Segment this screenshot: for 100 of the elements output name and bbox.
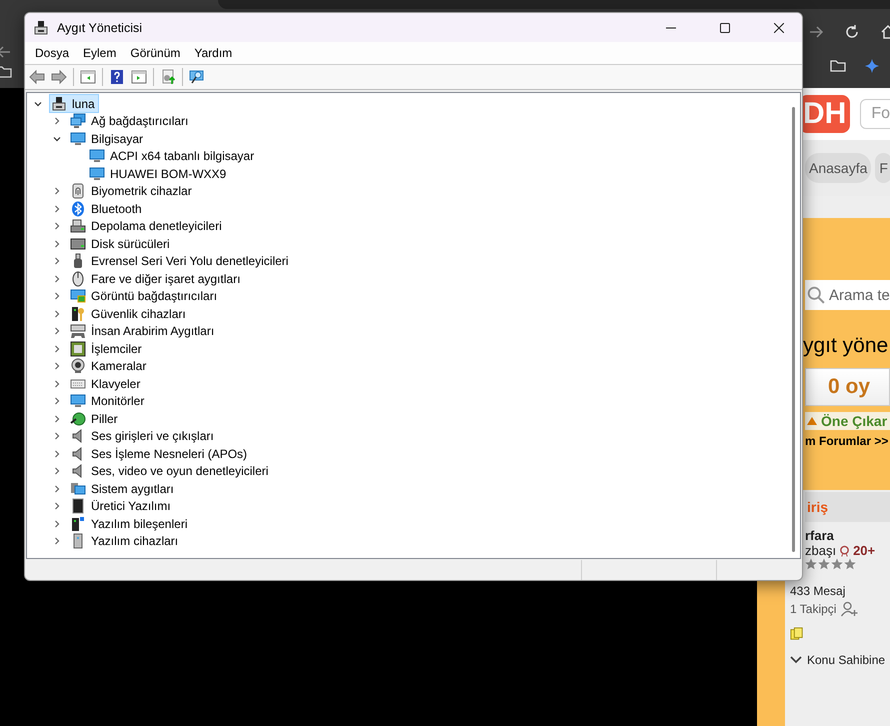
tree-item[interactable]: Yazılım cihazları xyxy=(68,532,182,551)
chevron-down-icon[interactable] xyxy=(790,654,802,666)
chevron-right-icon[interactable] xyxy=(52,501,62,512)
chevron-right-icon[interactable] xyxy=(52,238,62,249)
tree-item[interactable]: Depolama denetleyicileri xyxy=(68,216,226,236)
bluetooth-icon xyxy=(70,200,86,217)
add-user-icon[interactable] xyxy=(840,601,860,617)
help-icon[interactable] xyxy=(109,69,125,85)
tree-item[interactable]: Fare ve diğer işaret aygıtları xyxy=(68,269,244,288)
monitor-icon xyxy=(70,130,86,147)
search-field[interactable]: Fo xyxy=(860,99,890,129)
feature-link[interactable]: Öne Çıkar xyxy=(805,412,890,430)
chevron-right-icon[interactable] xyxy=(52,344,62,354)
storage-icon xyxy=(70,218,86,234)
tree-item[interactable]: Bluetooth xyxy=(68,199,146,218)
chevron-right-icon[interactable] xyxy=(52,256,62,266)
tree-item[interactable]: Klavyeler xyxy=(68,374,144,394)
tree-item[interactable]: Monitörler xyxy=(68,392,148,411)
author-link[interactable]: Konu Sahibine xyxy=(807,653,886,667)
tree-item[interactable]: İnsan Arabirim Aygıtları xyxy=(68,322,218,341)
menu-item[interactable]: Yardım xyxy=(187,46,240,60)
fingerprint-icon xyxy=(70,183,86,200)
tree-item[interactable]: Ses girişleri ve çıkışları xyxy=(68,426,218,446)
nav-tab[interactable]: Anasayfa xyxy=(805,153,872,183)
chevron-right-icon[interactable] xyxy=(52,396,62,406)
tree-item[interactable]: Biyometrik cihazlar xyxy=(68,182,196,201)
chevron-right-icon[interactable] xyxy=(52,116,62,126)
drive-icon xyxy=(70,236,86,252)
page-title: ygıt yöne xyxy=(802,333,890,358)
search-icon xyxy=(805,280,829,310)
chevron-right-icon[interactable] xyxy=(52,466,62,476)
back-arrow-icon[interactable] xyxy=(29,69,45,85)
chevron-right-icon[interactable] xyxy=(52,274,62,284)
tree-item[interactable]: Disk sürücüleri xyxy=(68,234,174,254)
chevron-right-icon[interactable] xyxy=(52,326,62,336)
chevron-right-icon[interactable] xyxy=(52,414,62,424)
reload-icon[interactable] xyxy=(844,24,860,40)
sparkle-icon[interactable] xyxy=(864,58,880,74)
tree-item[interactable]: Yazılım bileşenleri xyxy=(68,514,192,534)
chevron-right-icon[interactable] xyxy=(52,308,62,319)
chevron-right-icon[interactable] xyxy=(52,484,62,494)
tree-item[interactable]: Sistem aygıtları xyxy=(68,479,178,498)
chevron-right-icon[interactable] xyxy=(52,204,62,214)
tree-item[interactable]: Görüntü bağdaştırıcıları xyxy=(68,286,222,306)
tree-item[interactable]: Piller xyxy=(68,409,122,428)
chevron-right-icon[interactable] xyxy=(52,448,62,459)
computer-icon xyxy=(51,96,67,112)
panel-icon[interactable] xyxy=(80,69,96,85)
menu-item[interactable]: Görünüm xyxy=(123,46,188,60)
tree-item[interactable]: Bilgisayar xyxy=(68,129,148,148)
tree-item[interactable]: Ağ bağdaştırıcıları xyxy=(68,112,192,131)
computer-icon xyxy=(33,20,49,36)
chevron-right-icon[interactable] xyxy=(52,221,62,232)
username[interactable]: rfara xyxy=(805,528,834,543)
key-icon xyxy=(70,306,86,322)
chevron-right-icon[interactable] xyxy=(52,378,62,389)
gear-update-icon[interactable] xyxy=(160,69,176,85)
tree-item[interactable]: Evrensel Seri Veri Yolu denetleyicileri xyxy=(68,252,292,271)
chevron-right-icon[interactable] xyxy=(52,186,62,196)
medal-icon xyxy=(839,544,850,556)
chevron-right-icon[interactable] xyxy=(52,431,62,442)
close-icon xyxy=(774,22,784,32)
tree-item[interactable]: luna xyxy=(49,94,99,114)
user-points: 20+ xyxy=(853,543,876,558)
chip-icon xyxy=(70,498,86,514)
menu-item[interactable]: Dosya xyxy=(28,46,76,60)
monitor-search-icon[interactable] xyxy=(189,69,205,85)
network-icon xyxy=(70,113,86,130)
monitor-icon xyxy=(89,148,105,164)
chevron-right-icon[interactable] xyxy=(52,291,62,302)
tree-item[interactable]: Ses İşleme Nesneleri (APOs) xyxy=(68,444,252,464)
forums-link[interactable]: m Forumlar >> xyxy=(805,434,890,448)
star-icon xyxy=(805,558,817,570)
folder-icon[interactable] xyxy=(0,64,12,80)
tree-item[interactable]: HUAWEI BOM-WXX9 xyxy=(87,164,230,184)
monitor-icon xyxy=(70,393,86,410)
scrollbar[interactable] xyxy=(792,107,795,552)
triangle-icon xyxy=(807,417,817,425)
folder-icon[interactable] xyxy=(830,58,846,74)
forward-arrow-icon[interactable] xyxy=(808,24,824,40)
chevron-right-icon[interactable] xyxy=(52,536,62,546)
chevron-right-icon[interactable] xyxy=(52,361,62,372)
tree-item[interactable]: İşlemciler xyxy=(68,339,146,358)
menu-item[interactable]: Eylem xyxy=(76,46,124,60)
nav-tab[interactable]: F xyxy=(875,153,890,183)
chevron-right-icon[interactable] xyxy=(52,518,62,529)
star-icon xyxy=(844,558,856,570)
forward-arrow-icon[interactable] xyxy=(51,69,67,85)
maximize-icon xyxy=(720,22,730,32)
chip-icon xyxy=(70,340,86,357)
tree-item[interactable]: Üretici Yazılımı xyxy=(68,496,175,516)
tree-item[interactable]: Kameralar xyxy=(68,356,150,376)
tree-item[interactable]: Güvenlik cihazları xyxy=(68,304,190,324)
documents-icon[interactable] xyxy=(790,627,804,641)
star-icon xyxy=(818,558,830,570)
search-field[interactable]: Arama te xyxy=(829,280,890,310)
panel-icon[interactable] xyxy=(131,69,147,85)
back-arrow-icon[interactable] xyxy=(0,44,12,60)
tree-item[interactable]: Ses, video ve oyun denetleyicileri xyxy=(68,462,272,481)
tree-item[interactable]: ACPI x64 tabanlı bilgisayar xyxy=(87,146,258,166)
